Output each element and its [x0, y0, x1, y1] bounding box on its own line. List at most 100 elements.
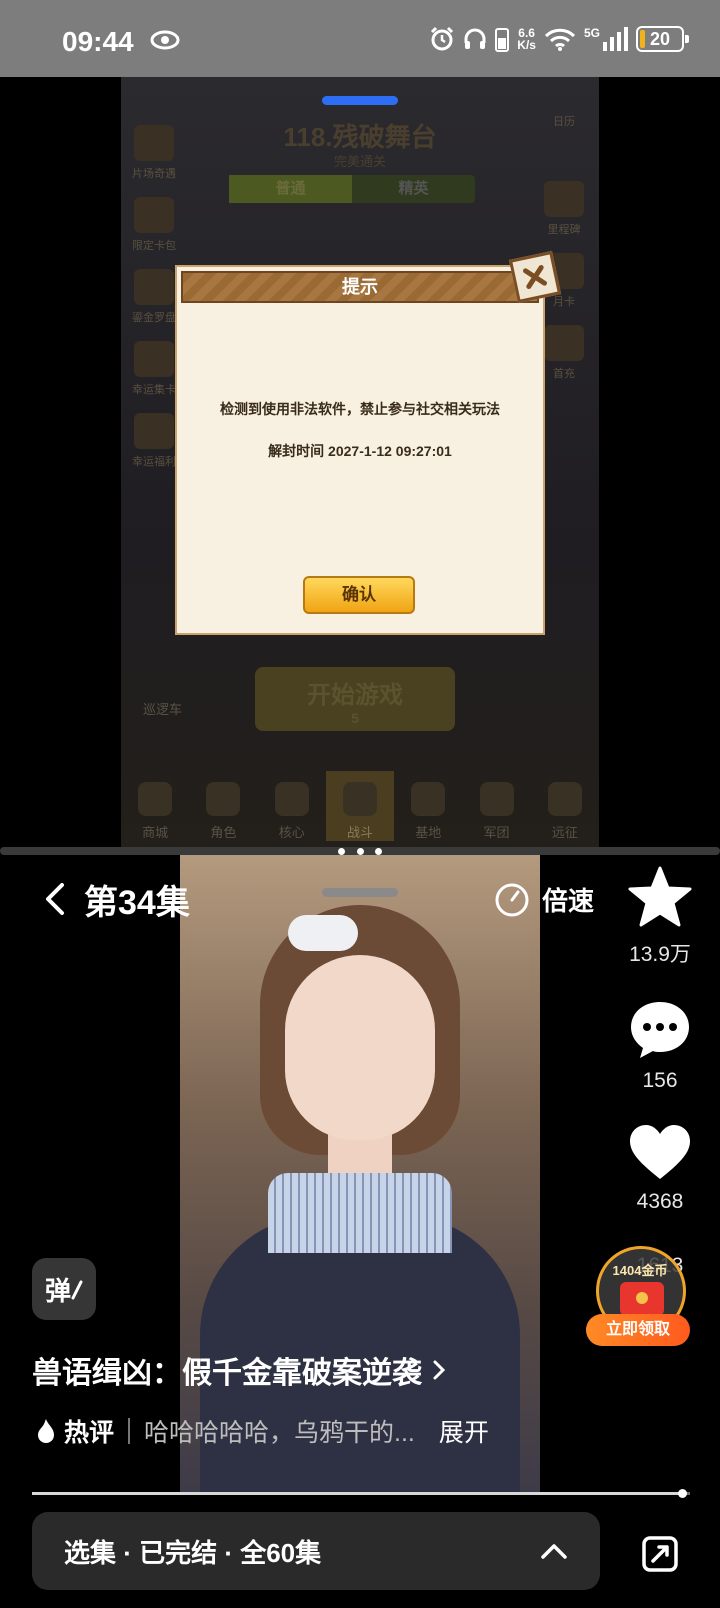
- network-type: 5G: [583, 26, 600, 40]
- dialog-confirm-button[interactable]: 确认: [303, 576, 415, 614]
- ban-dialog: 提示 检测到使用非法软件，禁止参与社交相关玩法 解封时间 2027-1-12 0…: [175, 250, 562, 635]
- flame-icon: [38, 1419, 54, 1443]
- back-icon[interactable]: [40, 879, 70, 919]
- battle-icon: [342, 782, 377, 816]
- claim-reward-button[interactable]: 立即领取: [586, 1314, 690, 1346]
- favorite-count: 13.9万: [629, 943, 691, 966]
- side-item-calendar[interactable]: 日历: [535, 89, 593, 129]
- dialog-close-button[interactable]: [508, 250, 562, 304]
- video-window: 第34集 倍速 13.9万 156 4368 1404金币 立即领取 弹 兽语缉…: [0, 855, 720, 1608]
- comment-button[interactable]: 156: [620, 998, 700, 1093]
- video-player[interactable]: [180, 855, 540, 1492]
- window-drag-handle[interactable]: [322, 888, 398, 897]
- headphones-icon: [464, 28, 486, 49]
- video-subject-collar: [268, 1173, 452, 1253]
- video-header: 第34集: [40, 875, 190, 923]
- nav-core[interactable]: 核心: [258, 771, 326, 841]
- nav-label: 战斗: [346, 825, 373, 840]
- coin-reward-widget[interactable]: 1404金币 立即领取: [586, 1240, 690, 1350]
- expedition-icon: [547, 782, 582, 816]
- nav-label: 远征: [551, 825, 578, 840]
- character-icon: [206, 782, 241, 816]
- compass-icon: [134, 269, 174, 305]
- video-progress-fill: [32, 1489, 688, 1498]
- start-game-label: 开始游戏: [307, 682, 403, 709]
- danmu-off-icon: [71, 1280, 83, 1300]
- base-icon: [411, 782, 446, 816]
- tab-elite[interactable]: 精英: [352, 175, 475, 203]
- drama-title[interactable]: 兽语缉凶：假千金靠破案逆袭: [32, 1348, 446, 1392]
- nav-battle[interactable]: 战斗: [325, 771, 395, 841]
- video-progress-bar[interactable]: [32, 1489, 690, 1498]
- side-item-label: 限定卡包: [132, 240, 176, 252]
- comment-count: 156: [642, 1069, 678, 1092]
- side-item-milestone[interactable]: 里程碑: [535, 173, 593, 237]
- start-game-button[interactable]: 开始游戏 5: [255, 667, 455, 731]
- game-bottom-nav: 商城 角色 核心 战斗 基地 军团 远征: [121, 771, 599, 841]
- phone-battery-icon: [495, 28, 510, 52]
- signal-icon: [603, 27, 628, 51]
- encounter-icon: [134, 125, 174, 161]
- stage-title: 118.残破舞台: [283, 122, 437, 152]
- danmu-toggle[interactable]: 弹: [32, 1258, 96, 1320]
- like-button[interactable]: 4368: [620, 1123, 700, 1214]
- window-drag-handle[interactable]: [322, 96, 398, 105]
- nav-label: 军团: [483, 825, 510, 840]
- core-icon: [274, 782, 309, 816]
- video-subject-bow: [288, 915, 358, 951]
- tab-normal[interactable]: 普通: [229, 175, 352, 203]
- nav-character[interactable]: 角色: [189, 771, 257, 841]
- nav-legion[interactable]: 军团: [462, 771, 530, 841]
- playback-speed-button[interactable]: 倍速: [494, 881, 594, 918]
- side-item-card-pack[interactable]: 限定卡包: [125, 189, 183, 253]
- patrol-car[interactable]: 巡逻车: [143, 699, 182, 718]
- video-subject-face: [285, 955, 435, 1140]
- stage-subtitle: 完美通关: [333, 154, 386, 169]
- speed-label: 倍速: [542, 886, 595, 916]
- dialog-title: 提示: [181, 271, 539, 303]
- legion-icon: [479, 782, 514, 816]
- battery-percent: 20: [649, 28, 671, 49]
- episode-selector[interactable]: 选集 · 已完结 · 全60集: [32, 1512, 600, 1590]
- lucky-cards-icon: [134, 341, 174, 377]
- battery-icon: 20: [636, 26, 689, 52]
- nav-expedition[interactable]: 远征: [531, 771, 599, 841]
- net-speed: 6.6 K/s: [517, 27, 536, 51]
- status-bar: 09:44 6.6 K/s 5G 20: [0, 0, 720, 77]
- expand-link[interactable]: 展开: [439, 1413, 489, 1449]
- comment-icon: [631, 1002, 689, 1058]
- nav-base[interactable]: 基地: [394, 771, 462, 841]
- drama-title-text: 兽语缉凶：假千金靠破案逆袭: [32, 1357, 422, 1390]
- side-item-label: 日历: [553, 116, 575, 128]
- nav-label: 角色: [210, 825, 237, 840]
- speed-icon: [495, 883, 529, 916]
- close-icon: [523, 265, 547, 289]
- dialog-unban-time: 解封时间 2027-1-12 09:27:01: [268, 443, 452, 459]
- hot-comment-text: 哈哈哈哈哈，乌鸦干的...: [144, 1419, 415, 1447]
- side-item-label: 里程碑: [547, 224, 581, 236]
- start-cost: 5: [351, 710, 359, 726]
- mode-tabs: 普通 精英: [229, 175, 475, 203]
- milestone-icon: [544, 181, 584, 217]
- danmu-label: 弹: [44, 1275, 71, 1306]
- game-window: 118.残破舞台 完美通关 普通 精英 片场奇遇 限定卡包 鎏金罗盘 幸运集卡 …: [0, 77, 720, 847]
- wifi-icon: [544, 28, 576, 51]
- side-item-encounter[interactable]: 片场奇遇: [125, 117, 183, 181]
- episode-selector-label: 选集 · 已完结 · 全60集: [64, 1537, 322, 1568]
- eye-icon: [150, 30, 180, 50]
- favorite-button[interactable]: 13.9万: [620, 865, 700, 968]
- status-time: 09:44: [62, 26, 134, 57]
- nav-shop[interactable]: 商城: [121, 771, 189, 841]
- dialog-message: 检测到使用非法软件，禁止参与社交相关玩法: [220, 401, 500, 417]
- hot-comment-separator: [128, 1418, 131, 1444]
- first-charge-icon: [544, 325, 584, 361]
- status-icons: 6.6 K/s 5G 20: [429, 26, 689, 52]
- progress-scrubber[interactable]: [678, 1489, 688, 1498]
- heart-icon: [630, 1125, 690, 1179]
- fullscreen-icon[interactable]: [636, 1530, 684, 1578]
- battery-level: [640, 30, 645, 48]
- hot-comment-row[interactable]: 热评 哈哈哈哈哈，乌鸦干的... 展开: [36, 1413, 489, 1449]
- star-icon: [628, 866, 692, 927]
- hot-comment-label: 热评: [64, 1419, 115, 1447]
- side-item-label: 片场奇遇: [132, 168, 176, 180]
